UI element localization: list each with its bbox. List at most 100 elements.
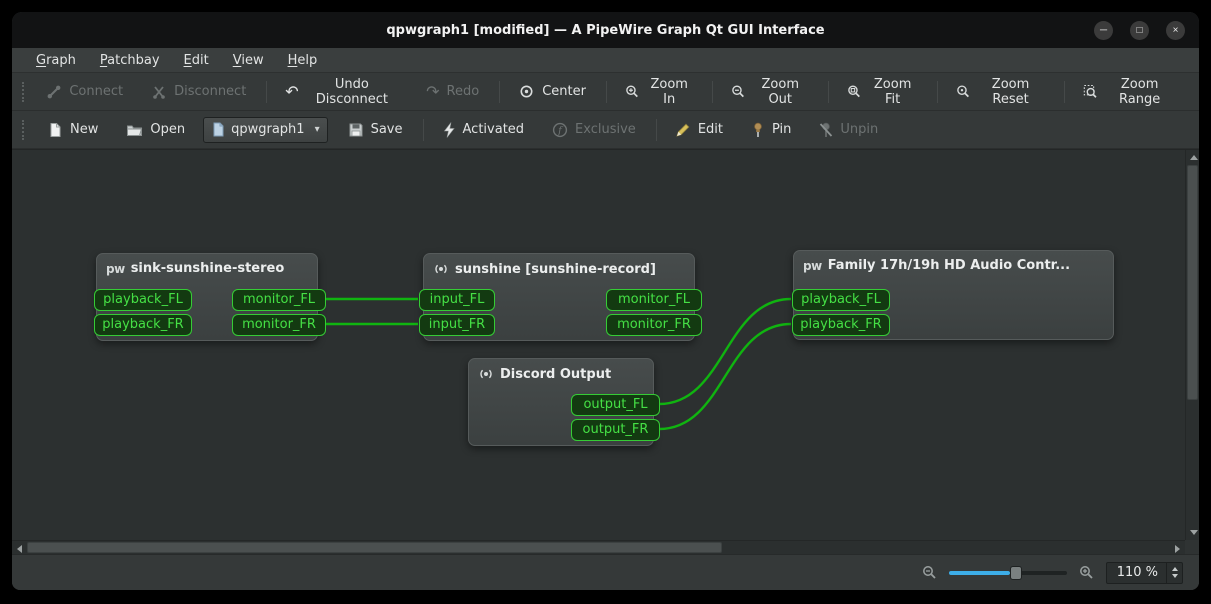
zoom-percent-value[interactable]: 110 %	[1107, 563, 1166, 583]
graph-canvas[interactable]: pw sink-sunshine-stereo playback_FL play…	[12, 150, 1185, 540]
save-button[interactable]: Save	[338, 117, 413, 143]
port-monitor_FL[interactable]: monitor_FL	[232, 289, 326, 311]
patchbay-file-combobox[interactable]: qpwgraph1 ▾	[203, 116, 328, 143]
zoom-reset-label: Zoom Reset	[991, 76, 1030, 107]
exclusive-button[interactable]: f Exclusive	[542, 117, 646, 143]
zoom-percent-spinbox[interactable]: 110 %	[1105, 561, 1183, 584]
exclusive-icon: f	[552, 122, 568, 137]
connect-button[interactable]: Connect	[36, 79, 133, 105]
open-folder-icon	[127, 125, 143, 136]
disconnect-button[interactable]: Disconnect	[141, 79, 256, 105]
toolbar-separator	[422, 118, 424, 141]
toolbar-drag-handle[interactable]	[22, 81, 28, 102]
application-icon	[480, 369, 492, 379]
menu-edit[interactable]: Edit	[172, 51, 221, 70]
connect-label: Connect	[69, 84, 124, 99]
minimize-button[interactable]: ─	[1094, 21, 1113, 40]
horizontal-scrollbar-handle[interactable]	[27, 542, 722, 553]
zoom-slider-fill	[948, 570, 1011, 575]
edit-pencil-icon	[676, 123, 690, 137]
scroll-left-icon[interactable]	[17, 545, 22, 553]
port-playback_FL[interactable]: playback_FL	[792, 289, 890, 311]
open-button[interactable]: Open	[116, 117, 195, 143]
port-output_FL[interactable]: output_FL	[571, 394, 660, 416]
pipewire-icon: pw	[106, 261, 125, 276]
scroll-up-icon[interactable]	[1190, 155, 1198, 160]
center-button[interactable]: Center	[508, 78, 596, 105]
zoom-out-small-icon[interactable]	[922, 565, 937, 580]
port-input_FR[interactable]: input_FR	[419, 314, 495, 336]
scroll-right-icon[interactable]	[1175, 545, 1180, 553]
menu-view[interactable]: View	[221, 51, 276, 70]
svg-text:f: f	[557, 125, 564, 136]
node-title: sunshine [sunshine-record]	[455, 261, 656, 277]
zoom-out-button[interactable]: Zoom Out	[721, 72, 818, 112]
menu-help[interactable]: Help	[276, 51, 330, 70]
horizontal-scrollbar[interactable]	[12, 540, 1185, 554]
port-playback_FL[interactable]: playback_FL	[94, 289, 192, 311]
port-monitor_FR[interactable]: monitor_FR	[606, 314, 702, 336]
unpin-icon	[820, 122, 833, 137]
port-output_FR[interactable]: output_FR	[571, 419, 660, 441]
titlebar[interactable]: qpwgraph1 [modified] — A PipeWire Graph …	[12, 12, 1199, 48]
toolbar-separator	[828, 80, 829, 103]
zoom-reset-icon	[956, 85, 969, 98]
spinbox-arrows[interactable]	[1166, 562, 1182, 583]
maximize-button[interactable]: □	[1130, 21, 1149, 40]
zoom-in-button[interactable]: Zoom In	[615, 72, 702, 112]
connect-icon	[47, 85, 61, 98]
redo-icon: ↷	[426, 81, 440, 101]
toolbar-separator	[655, 118, 657, 141]
redo-button[interactable]: ↷ Redo	[416, 79, 489, 104]
zoom-range-button[interactable]: Zoom Range	[1073, 72, 1185, 112]
center-icon	[520, 85, 533, 98]
port-playback_FR[interactable]: playback_FR	[94, 314, 192, 336]
new-label: New	[70, 122, 99, 137]
toolbar-drag-handle[interactable]	[22, 119, 29, 140]
vertical-scrollbar[interactable]	[1185, 150, 1199, 540]
scrollbar-corner	[1185, 540, 1199, 554]
port-monitor_FR[interactable]: monitor_FR	[232, 314, 326, 336]
new-file-icon	[50, 122, 61, 137]
port-input_FL[interactable]: input_FL	[419, 289, 495, 311]
new-button[interactable]: New	[37, 117, 108, 143]
menu-label: atchbay	[107, 52, 160, 68]
vertical-scrollbar-handle[interactable]	[1187, 165, 1198, 400]
port-monitor_FL[interactable]: monitor_FL	[606, 289, 702, 311]
undo-disconnect-label: Undo Disconnect	[315, 76, 389, 107]
unpin-button[interactable]: Unpin	[809, 117, 888, 143]
menu-label: iew	[241, 52, 264, 68]
node-discord-output[interactable]: Discord Output output_FL output_FR	[468, 358, 660, 446]
pin-button[interactable]: Pin	[741, 117, 801, 143]
zoom-in-small-icon[interactable]	[1079, 565, 1094, 580]
zoom-fit-button[interactable]: Zoom Fit	[837, 72, 927, 112]
disconnect-icon	[153, 85, 165, 99]
undo-disconnect-button[interactable]: ↶ Undo Disconnect	[275, 72, 408, 112]
close-button[interactable]: ×	[1166, 21, 1185, 40]
spin-down-icon[interactable]	[1171, 574, 1178, 578]
node-family-hd-audio[interactable]: pw Family 17h/19h HD Audio Contr... play…	[792, 250, 1114, 340]
node-sunshine-record[interactable]: sunshine [sunshine-record] input_FL inpu…	[419, 253, 702, 341]
port-playback_FR[interactable]: playback_FR	[792, 314, 890, 336]
zoom-slider[interactable]	[948, 565, 1067, 581]
menu-patchbay[interactable]: Patchbay	[88, 51, 172, 70]
zoom-range-label: Zoom Range	[1119, 76, 1161, 107]
edit-button[interactable]: Edit	[665, 117, 733, 143]
redo-label: Redo	[446, 84, 480, 99]
zoom-reset-button[interactable]: Zoom Reset	[946, 72, 1054, 112]
patchbay-toolbar: New Open qpwgraph1 ▾ Save Activated f Ex…	[12, 111, 1199, 149]
spin-up-icon[interactable]	[1171, 567, 1178, 571]
window-title: qpwgraph1 [modified] — A PipeWire Graph …	[386, 22, 825, 38]
close-icon: ×	[1172, 24, 1179, 36]
graph-toolbar: Connect Disconnect ↶ Undo Disconnect ↷ R…	[12, 73, 1199, 111]
activated-label: Activated	[462, 122, 525, 137]
node-header: pw Family 17h/19h HD Audio Contr...	[794, 251, 1113, 277]
zoom-fit-label: Zoom Fit	[873, 76, 912, 107]
node-sink-sunshine-stereo[interactable]: pw sink-sunshine-stereo playback_FL play…	[94, 253, 326, 341]
activated-button[interactable]: Activated	[432, 117, 535, 143]
menubar: Graph Patchbay Edit View Help	[12, 48, 1199, 73]
scroll-down-icon[interactable]	[1190, 530, 1198, 535]
zoom-slider-handle[interactable]	[1010, 565, 1023, 580]
exclusive-label: Exclusive	[575, 122, 636, 137]
menu-graph[interactable]: Graph	[24, 51, 88, 70]
